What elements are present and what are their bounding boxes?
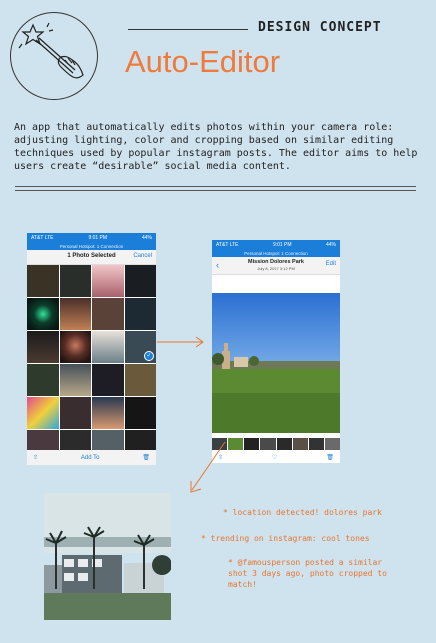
nav-subtitle: July 8, 2017 3:12 PM — [257, 266, 295, 271]
trash-icon[interactable]: 🗑 — [142, 454, 150, 461]
page-title: Auto-Editor — [125, 44, 281, 79]
hotspot-banner[interactable]: Personal Hotspot: 1 Connection — [27, 243, 156, 250]
filmstrip-thumb[interactable] — [308, 438, 324, 450]
filmstrip-thumb[interactable] — [324, 438, 340, 450]
filmstrip — [212, 438, 340, 450]
photo-thumb[interactable] — [59, 397, 91, 429]
filmstrip-thumb[interactable] — [292, 438, 308, 450]
nav-bar: ‹ Mission Dolores Park July 8, 2017 3:12… — [212, 257, 340, 275]
photo-thumb[interactable] — [27, 265, 59, 297]
status-carrier: AT&T LTE — [216, 242, 239, 248]
photo-thumb[interactable] — [59, 331, 91, 363]
photo-thumb[interactable] — [92, 331, 124, 363]
photo-thumb[interactable] — [27, 331, 59, 363]
bottom-toolbar: ⇧ Add To 🗑 — [27, 450, 156, 465]
status-bar: AT&T LTE 9:01 PM 44% — [27, 233, 156, 243]
magic-wand-icon — [18, 22, 84, 79]
description-text: An app that automatically edits photos w… — [14, 122, 418, 172]
phone-photo-detail: AT&T LTE 9:01 PM 44% Personal Hotspot: 1… — [212, 240, 340, 463]
photo-thumb[interactable] — [92, 397, 124, 429]
add-to-button[interactable]: Add To — [81, 455, 100, 461]
note-location: * location detected! dolores park — [223, 508, 382, 517]
photo-thumb[interactable] — [124, 265, 156, 297]
edited-photo — [44, 493, 171, 620]
note-trending: * trending on instagram: cool tones — [201, 534, 370, 543]
status-bar: AT&T LTE 9:01 PM 44% — [212, 240, 340, 250]
photo-thumb[interactable] — [27, 298, 59, 330]
photo-thumb[interactable] — [92, 364, 124, 396]
eyebrow-label: DESIGN CONCEPT — [258, 20, 382, 35]
park-photo — [212, 293, 340, 433]
arrow-right-icon — [157, 336, 204, 348]
photo-thumb[interactable] — [124, 364, 156, 396]
cancel-button[interactable]: Cancel — [133, 253, 152, 259]
filmstrip-thumb[interactable] — [276, 438, 292, 450]
status-battery: 44% — [325, 242, 336, 248]
photo-thumb[interactable] — [59, 298, 91, 330]
photo-thumb[interactable] — [59, 364, 91, 396]
status-time: 9:01 PM — [88, 235, 108, 241]
photo-thumb[interactable] — [27, 397, 59, 429]
main-photo[interactable] — [212, 293, 340, 433]
heart-icon[interactable]: ♡ — [272, 454, 277, 461]
phone-photo-picker: AT&T LTE 9:01 PM 44% Personal Hotspot: 1… — [27, 233, 156, 465]
photo-thumb[interactable] — [124, 397, 156, 429]
header-divider — [128, 29, 248, 30]
filmstrip-thumb[interactable] — [260, 438, 276, 450]
trash-icon[interactable]: 🗑 — [326, 454, 334, 461]
status-battery: 44% — [141, 235, 152, 241]
nav-bar: 1 Photo Selected Cancel — [27, 250, 156, 265]
photo-grid: ✓ — [27, 265, 156, 454]
bottom-toolbar: ⇧ ♡ 🗑 — [212, 451, 340, 463]
divider-bottom — [15, 190, 416, 191]
photo-thumb-selected[interactable]: ✓ — [124, 331, 156, 363]
photo-thumb[interactable] — [27, 364, 59, 396]
checkmark-icon: ✓ — [144, 351, 154, 361]
hotspot-banner[interactable]: Personal Hotspot: 1 Connection — [212, 250, 340, 257]
photo-thumb[interactable] — [92, 265, 124, 297]
status-carrier: AT&T LTE — [31, 235, 54, 241]
nav-title: Mission Dolores Park — [248, 259, 304, 265]
share-icon[interactable]: ⇧ — [33, 454, 38, 461]
note-famous: * @famousperson posted a similar shot 3 … — [228, 558, 387, 589]
status-time: 9:01 PM — [272, 242, 292, 248]
photo-thumb[interactable] — [124, 298, 156, 330]
filmstrip-thumb[interactable] — [228, 438, 244, 450]
arrow-down-left-icon — [190, 441, 226, 493]
edited-park-photo — [44, 493, 171, 620]
edit-button[interactable]: Edit — [326, 261, 336, 267]
logo-circle — [10, 12, 98, 100]
divider-top — [15, 186, 416, 187]
photo-thumb[interactable] — [92, 298, 124, 330]
filmstrip-thumb[interactable] — [244, 438, 260, 450]
photo-thumb[interactable] — [59, 265, 91, 297]
